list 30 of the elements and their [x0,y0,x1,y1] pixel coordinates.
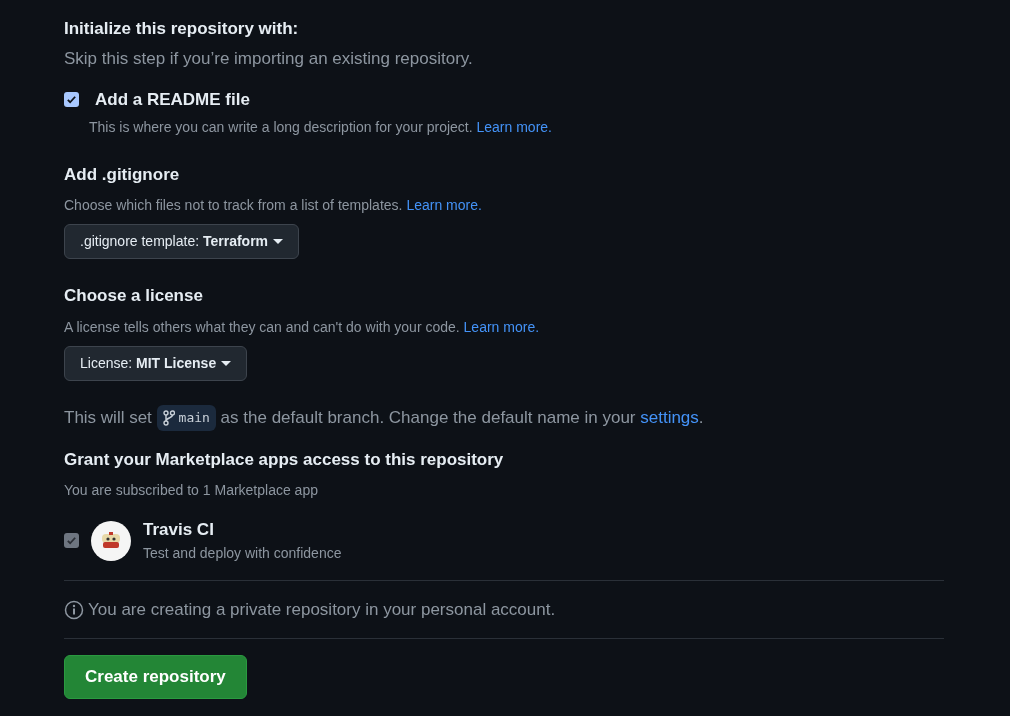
helper-text: A license tells others what they can and can't do with your code. Learn more. [64,317,541,337]
checkbox[interactable] [64,92,79,108]
settings-link[interactable]: settings [640,407,699,427]
helper-text: Skip this step if you’re importing an existing repository. [64,47,474,70]
branch-name: main [156,405,216,431]
caret-icon [221,360,232,366]
branch-note: This will set main as the default branch. Change the default name in your settings. [64,404,944,431]
section-heading: Choose a license [64,285,204,307]
create-repository-button[interactable]: Create repository [64,655,247,699]
learn-more-link[interactable]: Learn more. [406,197,482,213]
helper-text: You are subscribed to 1 Marketplace app [64,481,319,501]
branch-icon [162,410,175,426]
info-text: You are creating a private repository in your personal account. [88,598,556,621]
app-avatar [91,520,131,561]
checkmark-icon [66,94,77,106]
helper-text: This is where you can write a long description for your project. Learn more. [89,117,553,137]
section-heading: Add .gitignore [64,163,181,186]
app-name: Travis CI [143,519,215,542]
checkmark-icon [66,535,77,546]
caret-icon [273,239,284,244]
helper-text: Choose which files not to track from a list of templates. Learn more. [64,196,483,215]
learn-more-link[interactable]: Learn more. [476,118,552,135]
checkbox-label: Add a README file [95,89,250,111]
dropdown-button[interactable]: .gitignore template: Terraform [64,224,300,259]
section-heading: Initialize this repository with: [64,18,300,40]
app-description: Test and deploy with confidence [143,543,342,563]
info-icon [64,599,84,620]
section-heading: Grant your Marketplace apps access to this repository [64,448,505,471]
dropdown-button[interactable]: License: MIT License [64,345,248,381]
learn-more-link[interactable]: Learn more. [463,318,540,335]
